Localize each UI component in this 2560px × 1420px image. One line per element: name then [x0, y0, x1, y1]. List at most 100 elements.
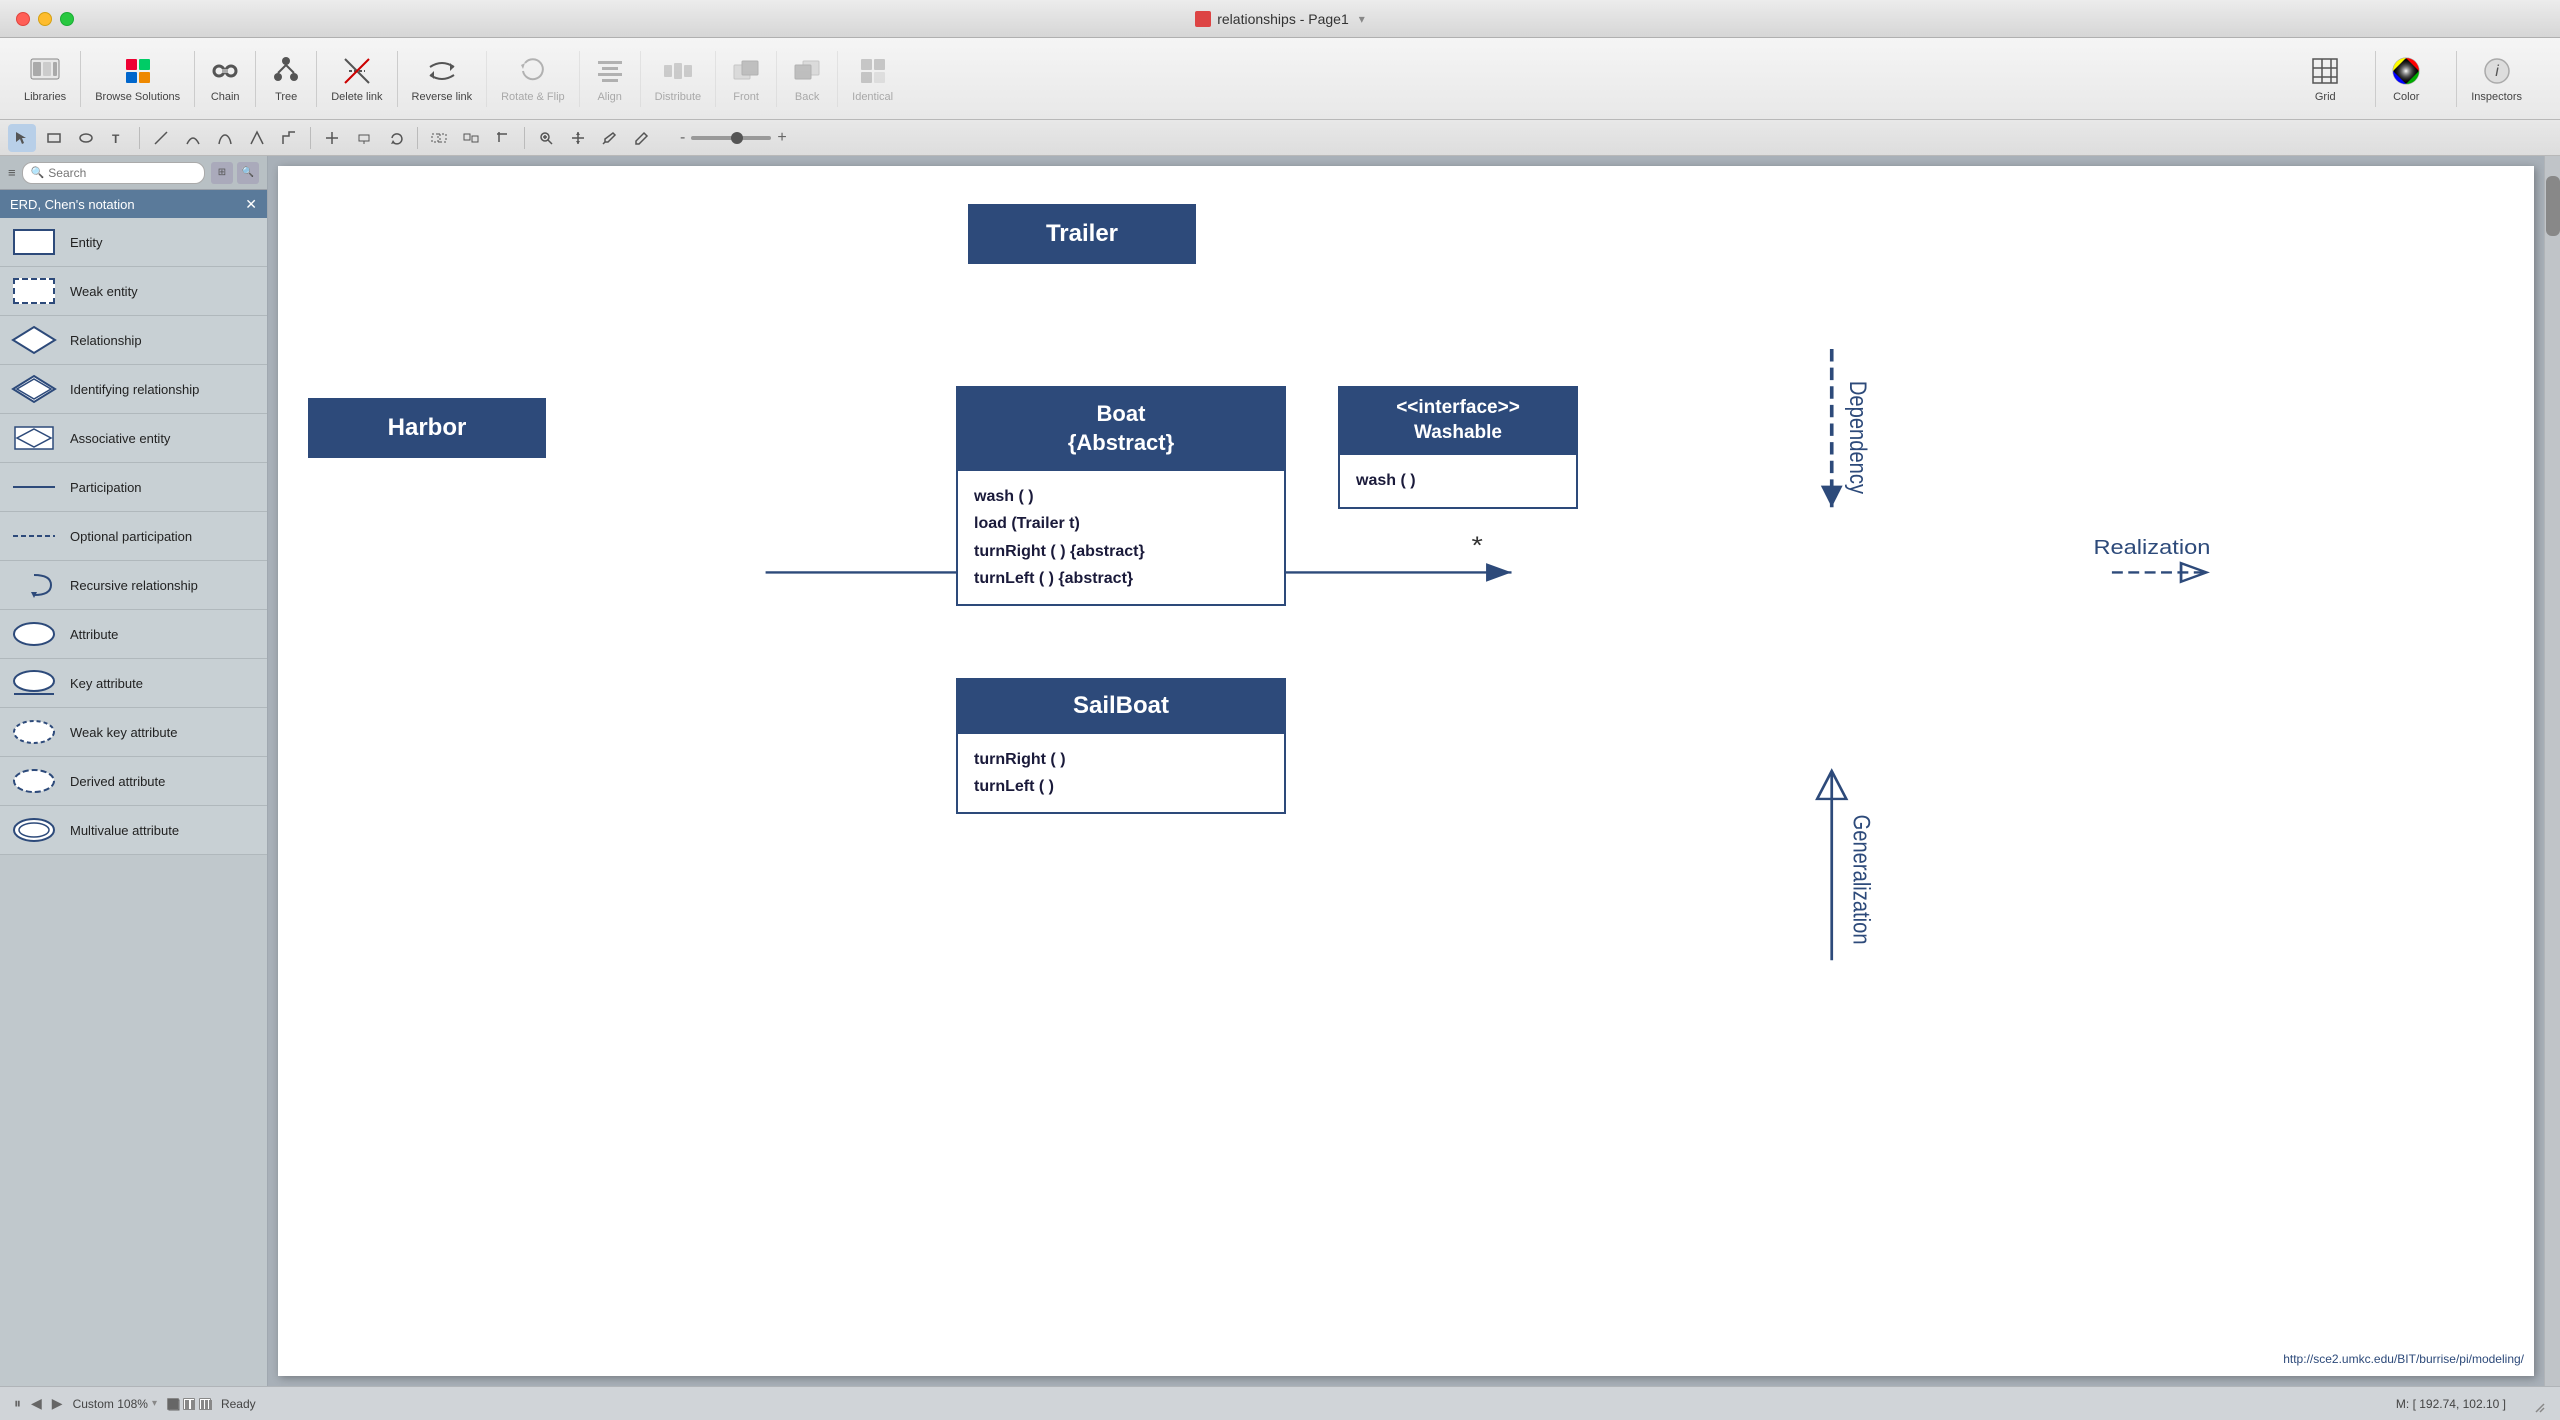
zoom-slider[interactable] — [691, 136, 771, 140]
eyedropper-tool[interactable] — [596, 124, 624, 152]
browse-label: Browse Solutions — [95, 91, 180, 103]
shape-thumb-associative-entity — [10, 420, 58, 456]
next-page-btn[interactable]: ▶ — [52, 1395, 63, 1412]
group-tool[interactable] — [425, 124, 453, 152]
shape-item-recursive-relationship[interactable]: Recursive relationship — [0, 561, 267, 610]
ellipse-tool[interactable] — [72, 124, 100, 152]
shape-item-multivalue-attribute[interactable]: Multivalue attribute — [0, 806, 267, 855]
panel-header: ERD, Chen's notation ✕ — [0, 190, 267, 218]
toolbar-browse[interactable]: Browse Solutions — [80, 51, 194, 107]
text-tool[interactable]: T — [104, 124, 132, 152]
zoom-label: Custom 108% — [73, 1397, 148, 1411]
toolbar-delete-link[interactable]: Delete link — [316, 51, 396, 107]
prev-page-btn[interactable]: ◀ — [31, 1395, 42, 1412]
maximize-button[interactable] — [60, 12, 74, 26]
reverse-link-icon — [426, 55, 458, 87]
crop-tool[interactable] — [489, 124, 517, 152]
traffic-lights — [16, 12, 74, 26]
pan-tool[interactable] — [564, 124, 592, 152]
page-multi-icon[interactable] — [199, 1398, 211, 1410]
toolbar-libraries[interactable]: Libraries — [10, 51, 80, 107]
panel-view-icons: ⊞ 🔍 — [211, 162, 259, 184]
poly-tool[interactable] — [243, 124, 271, 152]
harbor-node[interactable]: Harbor — [308, 398, 546, 458]
minimize-button[interactable] — [38, 12, 52, 26]
title-chevron[interactable]: ▾ — [1359, 12, 1365, 26]
ortho-tool[interactable] — [275, 124, 303, 152]
canvas[interactable]: Dependency Association * Realization Gen… — [278, 166, 2534, 1376]
shape-item-optional-participation[interactable]: Optional participation — [0, 512, 267, 561]
right-scrollbar[interactable] — [2544, 156, 2560, 1386]
shape-item-entity[interactable]: Entity — [0, 218, 267, 267]
delete-link-label: Delete link — [331, 91, 382, 103]
shape-item-derived-attribute[interactable]: Derived attribute — [0, 757, 267, 806]
curve-tool[interactable] — [179, 124, 207, 152]
panel-close-btn[interactable]: ✕ — [245, 196, 257, 213]
rotate-icon — [517, 55, 549, 87]
shape-item-relationship[interactable]: Relationship — [0, 316, 267, 365]
svg-text:i: i — [2495, 63, 2499, 80]
shape-item-key-attribute[interactable]: Key attribute — [0, 659, 267, 708]
titlebar: relationships - Page1 ▾ — [0, 0, 2560, 38]
pencil-tool[interactable] — [628, 124, 656, 152]
pause-btn[interactable]: ⏸ — [14, 1395, 21, 1412]
close-button[interactable] — [16, 12, 30, 26]
shape-item-attribute[interactable]: Attribute — [0, 610, 267, 659]
svg-text:T: T — [112, 132, 120, 146]
toolbar-reverse-link[interactable]: Reverse link — [397, 51, 487, 107]
zoom-thumb[interactable] — [731, 132, 743, 144]
zoom-display: Custom 108% ▾ — [73, 1397, 157, 1411]
distribute-label: Distribute — [655, 91, 701, 103]
washable-body: wash ( ) — [1338, 455, 1578, 508]
conn-split-tool[interactable] — [318, 124, 346, 152]
washable-node[interactable]: <<interface>>Washable wash ( ) — [1338, 386, 1578, 509]
shape-item-identifying-relationship[interactable]: Identifying relationship — [0, 365, 267, 414]
trailer-node[interactable]: Trailer — [968, 204, 1196, 264]
main-toolbar: Libraries Browse Solutions Chain — [0, 38, 2560, 120]
rotate-tool[interactable] — [382, 124, 410, 152]
zoom-out-icon[interactable]: - — [680, 129, 685, 147]
move-label-tool[interactable] — [350, 124, 378, 152]
page-view-icon[interactable] — [183, 1398, 195, 1410]
distribute-icon — [662, 55, 694, 87]
shape-name-attribute: Attribute — [70, 627, 118, 642]
shape-name-derived-attribute: Derived attribute — [70, 774, 165, 789]
page-fit-icon[interactable] — [167, 1398, 179, 1410]
shape-item-weak-key-attribute[interactable]: Weak key attribute — [0, 708, 267, 757]
toolbar-inspectors[interactable]: i Inspectors — [2456, 51, 2536, 107]
toolbar-chain[interactable]: Chain — [194, 51, 255, 107]
grid-view-btn[interactable]: ⊞ — [211, 162, 233, 184]
shape-thumb-recursive-relationship — [10, 567, 58, 603]
color-icon — [2390, 55, 2422, 87]
rect-tool[interactable] — [40, 124, 68, 152]
boat-node[interactable]: Boat{Abstract} wash ( ) load (Trailer t)… — [956, 386, 1286, 606]
search-box[interactable]: 🔍 — [22, 162, 205, 184]
search-view-btn[interactable]: 🔍 — [237, 162, 259, 184]
toolbar-grid[interactable]: Grid — [2295, 51, 2355, 107]
bezier-tool[interactable] — [211, 124, 239, 152]
select-tool[interactable] — [8, 124, 36, 152]
toolbar-color[interactable]: Color — [2375, 51, 2436, 107]
shape-item-participation[interactable]: Participation — [0, 463, 267, 512]
shape-name-recursive-relationship: Recursive relationship — [70, 578, 198, 593]
toolbar-distribute[interactable]: Distribute — [640, 51, 715, 107]
line-tool[interactable] — [147, 124, 175, 152]
toolbar-front[interactable]: Front — [715, 51, 776, 107]
resize-handle[interactable] — [2526, 1394, 2546, 1414]
front-icon — [730, 55, 762, 87]
shape-item-weak-entity[interactable]: Weak entity — [0, 267, 267, 316]
toolbar-back[interactable]: Back — [776, 51, 837, 107]
sailboat-node[interactable]: SailBoat turnRight ( ) turnLeft ( ) — [956, 678, 1286, 814]
zoom-in-tool[interactable] — [532, 124, 560, 152]
search-input[interactable] — [48, 166, 196, 180]
canvas-area[interactable]: Dependency Association * Realization Gen… — [268, 156, 2544, 1386]
toolbar-align[interactable]: Align — [579, 51, 640, 107]
toolbar-tree[interactable]: Tree — [255, 51, 316, 107]
shape-item-associative-entity[interactable]: Associative entity — [0, 414, 267, 463]
toolbar-identical[interactable]: Identical — [837, 51, 907, 107]
ungroup-tool[interactable] — [457, 124, 485, 152]
toolbar-rotate[interactable]: Rotate & Flip — [486, 51, 579, 107]
zoom-chevron[interactable]: ▾ — [152, 1398, 157, 1409]
panel-menu-icon[interactable]: ≡ — [8, 165, 16, 180]
zoom-in-icon[interactable]: + — [777, 129, 786, 147]
